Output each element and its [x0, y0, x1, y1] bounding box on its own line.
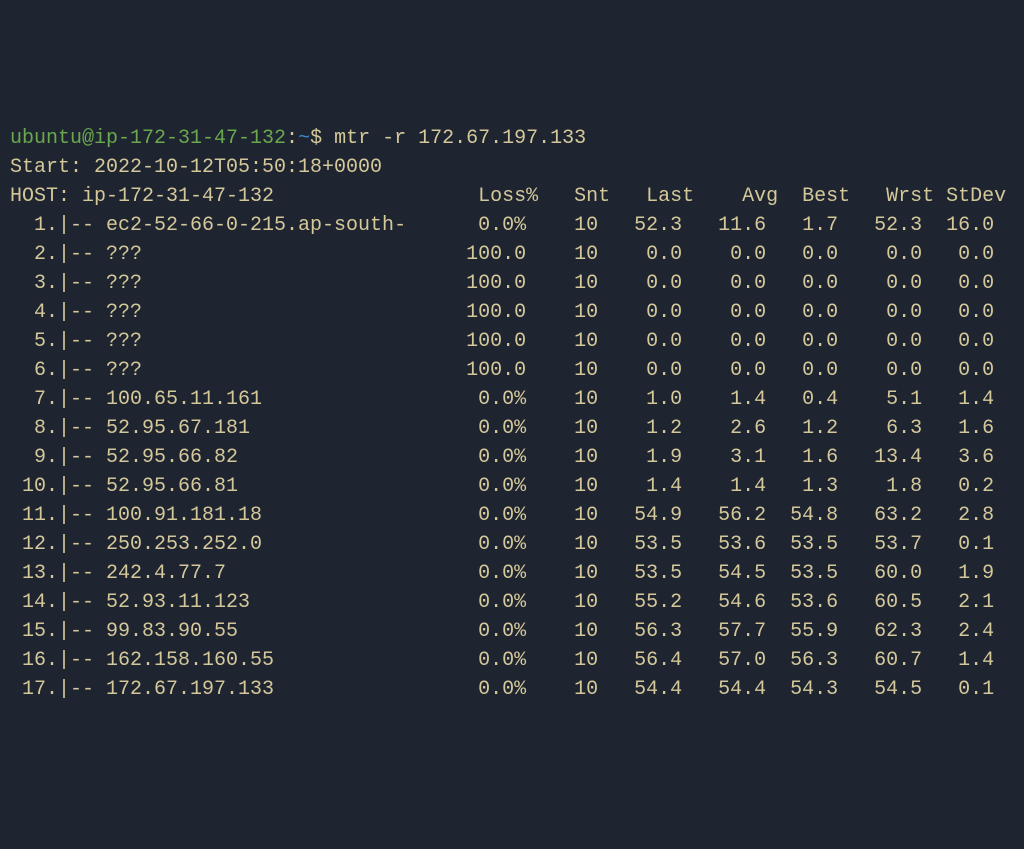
terminal-output: ubuntu@ip-172-31-47-132:~$ mtr -r 172.67… [10, 124, 1014, 704]
mtr-rows: 1.|-- ec2-52-66-0-215.ap-south- 0.0% 10 … [10, 214, 994, 701]
prompt-path: ~ [298, 127, 310, 150]
prompt-user: ubuntu@ip-172-31-47-132 [10, 127, 286, 150]
start-line: Start: 2022-10-12T05:50:18+0000 [10, 156, 382, 179]
command-text: mtr -r 172.67.197.133 [334, 127, 586, 150]
header-row: HOST: ip-172-31-47-132 Loss% Snt Last Av… [10, 185, 1006, 208]
prompt-colon: : [286, 127, 298, 150]
prompt-dollar: $ [310, 127, 322, 150]
